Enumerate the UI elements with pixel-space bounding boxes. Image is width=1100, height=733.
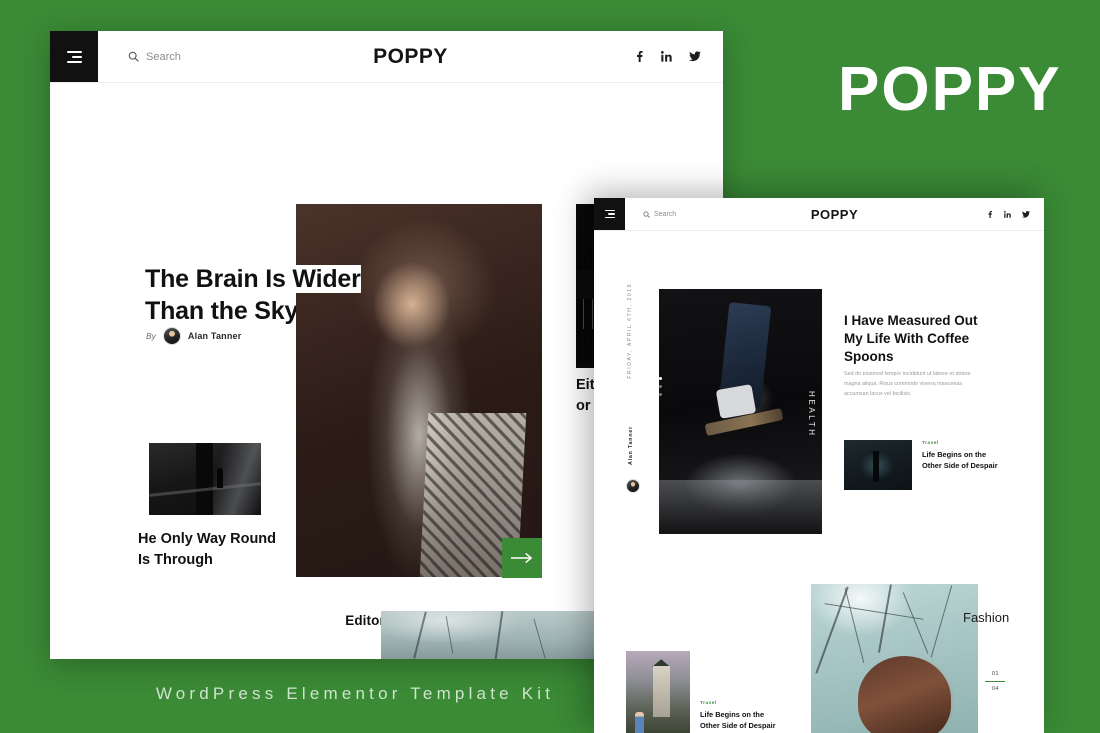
bottom-post-title-line2: Other Side of Despair [700, 721, 776, 731]
front-hero-headline: I Have Measured Out My Life With Coffee … [844, 312, 994, 366]
byline-prefix: By [146, 331, 156, 341]
related-post-item[interactable]: Travel Life Begins on the Other Side of … [844, 440, 1014, 490]
social-links [635, 51, 701, 62]
related-post-title-line1: Life Begins on the [922, 450, 987, 459]
site-logo[interactable]: POPPY [98, 45, 723, 69]
fashion-feature-image [811, 584, 978, 733]
left-card-title-line1: He Only Way Round [138, 531, 277, 547]
front-hero-image [659, 289, 822, 534]
slider-dot-1[interactable] [659, 377, 662, 380]
left-card-title[interactable]: He Only Way Round Is Through [138, 529, 288, 571]
bottom-post-thumbnail [626, 651, 690, 733]
author-name: Alan Tanner [187, 331, 242, 341]
front-headline-line2: My Life With Coffee [844, 330, 970, 346]
pagination-divider [985, 681, 1005, 682]
slider-next-button[interactable] [502, 538, 542, 578]
search-placeholder-label: Search [146, 50, 181, 63]
fashion-pagination[interactable]: 01 04 [985, 671, 1005, 692]
hamburger-icon [604, 209, 615, 219]
post-author-vertical: Alan Tanner [628, 426, 634, 466]
related-post-thumbnail [844, 440, 912, 490]
hero-headline-line2: Than the Sky [145, 297, 299, 325]
poster-brand-wordmark: POPPY [838, 55, 1062, 124]
site-logo-front[interactable]: POPPY [625, 207, 1044, 222]
search-input-front[interactable]: Search [643, 211, 676, 218]
slider-dot-2[interactable] [659, 385, 662, 388]
linkedin-icon[interactable] [661, 51, 672, 62]
search-placeholder-label: Search [654, 210, 677, 218]
facebook-icon[interactable] [635, 51, 644, 62]
pagination-current: 01 [992, 671, 999, 677]
pagination-total: 04 [992, 686, 999, 692]
social-links-front [987, 210, 1030, 218]
poster-canvas: Search POPPY The Brain Is Wider Than the… [0, 0, 1100, 733]
site-header-back: Search POPPY [50, 31, 723, 83]
site-header-front: Search POPPY [594, 198, 1044, 231]
menu-button-front[interactable] [594, 198, 625, 230]
hamburger-icon [66, 50, 82, 63]
related-post-title-line2: Other Side of Despair [922, 461, 998, 471]
twitter-icon[interactable] [1022, 210, 1030, 218]
slider-dots[interactable] [659, 377, 662, 396]
avatar [626, 479, 640, 493]
bottom-post-item[interactable]: Travel Life Begins on the Other Side of … [700, 700, 800, 732]
twitter-icon[interactable] [689, 51, 701, 62]
bottom-post-title-line1: Life Begins on the [700, 710, 765, 719]
slider-dot-3[interactable] [659, 393, 662, 396]
related-post-title: Life Begins on the Other Side of Despair [922, 449, 1014, 471]
avatar [162, 327, 181, 345]
left-card-title-line2: Is Through [138, 552, 213, 569]
fashion-category-label: Fashion [963, 610, 1010, 625]
hero-byline: By Alan Tanner [146, 327, 241, 345]
left-card-image [149, 443, 261, 515]
category-vertical-label: HEALTH [807, 391, 816, 438]
search-input[interactable]: Search [128, 51, 181, 63]
search-icon [128, 51, 139, 62]
poster-caption: WordPress Elementor Template Kit [155, 684, 555, 703]
front-hero-excerpt: Sed do eiusmod tempor incididunt ut labo… [844, 371, 971, 397]
linkedin-icon[interactable] [1004, 210, 1011, 218]
front-headline-line1: I Have Measured Out [844, 313, 978, 328]
menu-button[interactable] [50, 31, 98, 82]
post-date-vertical: FRIDAY, APRIL 6TH, 2019 [627, 283, 633, 379]
bottom-post-title: Life Begins on the Other Side of Despair [700, 709, 800, 732]
search-icon [643, 210, 650, 218]
hero-headline-line1: The Brain Is Wider [145, 265, 361, 293]
arrow-right-icon [511, 552, 533, 564]
facebook-icon[interactable] [987, 210, 993, 218]
bottom-post-category: Travel [700, 700, 717, 705]
hero-image [296, 204, 542, 577]
related-post-category: Travel [922, 440, 939, 445]
editors-pick-image-back [381, 611, 594, 659]
front-headline-line3: Spoons [844, 348, 894, 364]
